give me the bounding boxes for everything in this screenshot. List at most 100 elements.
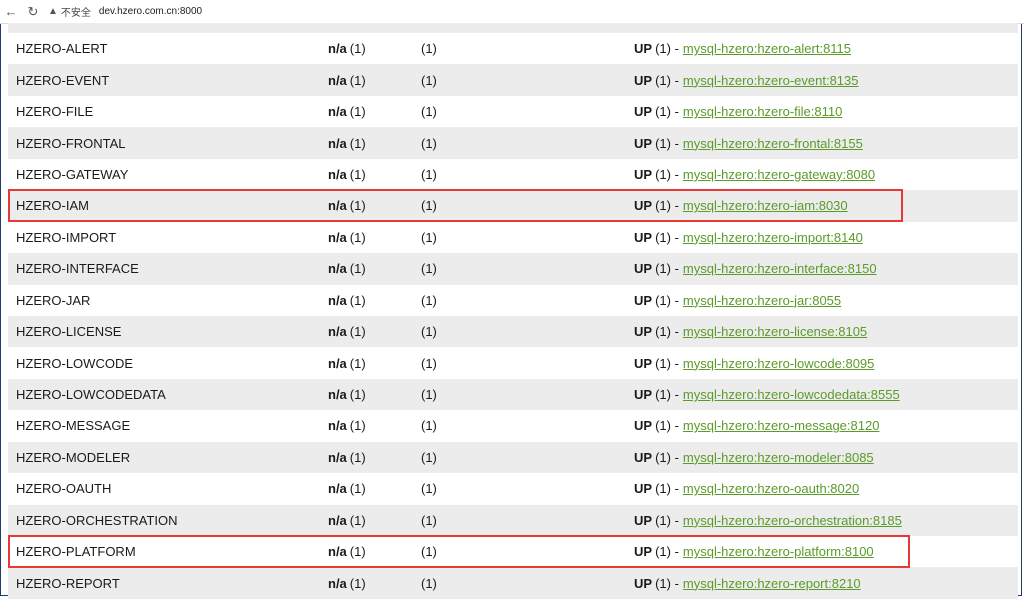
table-row: HZERO-INTERFACE n/a (1) (1) UP (1) - mysql-hze… — [8, 253, 1018, 285]
table-row: HZERO-LOWCODEDATA n/a (1) (1) UP (1) - mysql-h… — [8, 378, 1018, 411]
availability-zones-cell: (1) — [421, 324, 437, 340]
status-cell: UP (1) - mysql-hzero:hzero-platform:8100 — [634, 536, 874, 567]
status-value: UP — [634, 198, 653, 214]
instance-link[interactable]: mysql-hzero:hzero-license:8105 — [683, 324, 867, 339]
instance-link[interactable]: mysql-hzero:hzero-lowcode:8095 — [683, 356, 874, 371]
status-value: UP — [634, 418, 653, 434]
status-count: (1) - — [655, 575, 679, 591]
instance-link[interactable]: mysql-hzero:hzero-iam:8030 — [683, 198, 848, 213]
table-row: HZERO-FRONTAL n/a (1) (1) UP (1) - mysql-hzero… — [8, 127, 1018, 159]
status-cell: UP (1) - mysql-hzero:hzero-jar:8055 — [634, 285, 841, 316]
status-count: (1) - — [655, 166, 679, 182]
instance-link[interactable]: mysql-hzero:hzero-event:8135 — [683, 73, 859, 88]
amis-value: n/a — [328, 575, 347, 591]
availability-zones-cell: (1) — [421, 198, 437, 214]
status-count: (1) - — [655, 104, 679, 120]
instance-link[interactable]: mysql-hzero:hzero-platform:8100 — [683, 544, 874, 559]
status-value: UP — [634, 292, 653, 308]
instance-link[interactable]: mysql-hzero:hzero-gateway:8080 — [683, 167, 875, 182]
status-count: (1) - — [655, 512, 679, 528]
application-name: HZERO-OAUTH — [16, 481, 112, 497]
amis-value: n/a — [328, 481, 347, 497]
application-name: HZERO-ALERT — [16, 41, 108, 57]
status-count: (1) - — [655, 198, 679, 214]
status-count: (1) - — [655, 292, 679, 308]
status-value: UP — [634, 449, 653, 465]
table-top-strip — [8, 23, 1018, 33]
availability-zones-cell: (1) — [421, 104, 437, 120]
instance-link[interactable]: mysql-hzero:hzero-interface:8150 — [683, 261, 877, 276]
status-value: UP — [634, 166, 653, 182]
application-name: HZERO-MESSAGE — [16, 418, 131, 434]
instance-link[interactable]: mysql-hzero:hzero-report:8210 — [683, 576, 861, 591]
amis-value: n/a — [328, 135, 347, 151]
application-name: HZERO-IAM — [16, 198, 89, 214]
instance-link[interactable]: mysql-hzero:hzero-oauth:8020 — [683, 481, 859, 496]
back-arrow-icon[interactable]: ← — [0, 1, 22, 23]
browser-toolbar: ← ↻ ▲ 不安全 dev.hzero.com.cn:8000 — [0, 0, 1024, 24]
application-name: HZERO-FRONTAL — [16, 135, 126, 151]
amis-value: n/a — [328, 292, 347, 308]
instance-link[interactable]: mysql-hzero:hzero-import:8140 — [683, 230, 863, 245]
amis-count: (1) — [349, 512, 366, 528]
table-row: HZERO-JAR n/a (1) (1) UP (1) - mysql-hzero:hze… — [8, 285, 1018, 316]
status-value: UP — [634, 324, 653, 340]
status-count: (1) - — [655, 481, 679, 497]
application-name: HZERO-LOWCODE — [16, 355, 133, 371]
instance-link[interactable]: mysql-hzero:hzero-orchestration:8185 — [683, 513, 902, 528]
instance-link[interactable]: mysql-hzero:hzero-message:8120 — [683, 418, 880, 433]
status-count: (1) - — [655, 544, 679, 560]
reload-icon[interactable]: ↻ — [22, 1, 44, 23]
address-bar[interactable]: ▲ 不安全 dev.hzero.com.cn:8000 — [48, 4, 202, 19]
status-cell: UP (1) - mysql-hzero:hzero-frontal:8155 — [634, 127, 863, 158]
status-cell: UP (1) - mysql-hzero:hzero-lowcodedata:855… — [634, 379, 900, 410]
amis-count: (1) — [349, 387, 366, 403]
status-count: (1) - — [655, 41, 679, 57]
amis-value: n/a — [328, 544, 347, 560]
availability-zones-cell: (1) — [421, 544, 437, 560]
status-cell: UP (1) - mysql-hzero:hzero-alert:8115 — [634, 33, 851, 64]
amis-cell: n/a (1) — [328, 347, 366, 378]
instance-link[interactable]: mysql-hzero:hzero-file:8110 — [683, 104, 842, 119]
amis-count: (1) — [349, 418, 366, 434]
amis-value: n/a — [328, 229, 347, 245]
instances-table: HZERO-ALERT n/a (1) (1) UP (1) - mysql-hzero:h… — [8, 33, 1018, 599]
instance-link[interactable]: mysql-hzero:hzero-modeler:8085 — [683, 450, 874, 465]
instance-link[interactable]: mysql-hzero:hzero-jar:8055 — [683, 293, 841, 308]
status-cell: UP (1) - mysql-hzero:hzero-oauth:8020 — [634, 473, 859, 504]
amis-value: n/a — [328, 198, 347, 214]
status-value: UP — [634, 261, 653, 277]
availability-zones-cell: (1) — [421, 261, 437, 277]
availability-zones-cell: (1) — [421, 72, 437, 88]
instance-link[interactable]: mysql-hzero:hzero-alert:8115 — [683, 41, 851, 56]
warning-triangle-icon: ▲ — [48, 6, 58, 17]
insecure-label: 不安全 — [60, 8, 91, 19]
status-cell: UP (1) - mysql-hzero:hzero-modeler:8085 — [634, 442, 874, 473]
amis-cell: n/a (1) — [328, 442, 366, 473]
table-row: HZERO-OAUTH n/a (1) (1) UP (1) - mysql-hzero:h… — [8, 473, 1018, 504]
amis-cell: n/a (1) — [328, 505, 366, 536]
table-row: HZERO-MODELER n/a (1) (1) UP (1) - mysql-hzero… — [8, 441, 1018, 474]
application-name: HZERO-LOWCODEDATA — [16, 387, 166, 403]
status-count: (1) - — [655, 449, 679, 465]
instance-link[interactable]: mysql-hzero:hzero-lowcodedata:8555 — [683, 387, 900, 402]
status-cell: UP (1) - mysql-hzero:hzero-lowcode:8095 — [634, 347, 874, 378]
application-name: HZERO-JAR — [16, 292, 91, 308]
amis-value: n/a — [328, 166, 347, 182]
instance-link[interactable]: mysql-hzero:hzero-frontal:8155 — [683, 136, 863, 151]
application-name: HZERO-REPORT — [16, 575, 120, 591]
application-name: HZERO-PLATFORM — [16, 544, 136, 560]
status-value: UP — [634, 135, 653, 151]
table-row: HZERO-LOWCODE n/a (1) (1) UP (1) - mysql-hzero… — [8, 347, 1018, 378]
url-text[interactable]: dev.hzero.com.cn:8000 — [99, 6, 202, 17]
status-value: UP — [634, 355, 653, 371]
amis-cell: n/a (1) — [328, 64, 366, 95]
amis-cell: n/a (1) — [328, 190, 366, 221]
table-row: HZERO-ALERT n/a (1) (1) UP (1) - mysql-hzero:h… — [8, 33, 1018, 64]
status-cell: UP (1) - mysql-hzero:hzero-license:8105 — [634, 316, 867, 347]
amis-count: (1) — [349, 104, 366, 120]
table-row: HZERO-ORCHESTRATION n/a (1) (1) UP (1) - mysql… — [8, 504, 1018, 536]
table-row: HZERO-IAM n/a (1) (1) UP (1) - mysql-hzero:hze… — [8, 190, 1018, 222]
application-name: HZERO-MODELER — [16, 449, 131, 465]
status-count: (1) - — [655, 229, 679, 245]
